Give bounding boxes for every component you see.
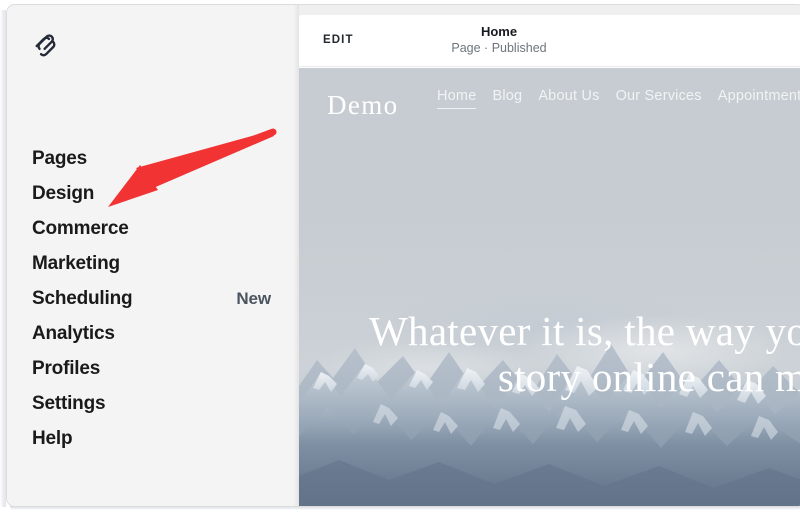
app-window: Pages Design Commerce Marketing Scheduli: [6, 4, 800, 507]
page-meta: Home Page · Published: [299, 23, 800, 57]
sidebar-item-badge-new: New: [236, 288, 271, 308]
site-canvas: Demo Home Blog About Us Our Services App…: [299, 68, 800, 506]
hero-headline-line-2: story online can make all the: [497, 354, 800, 400]
hero-headline-line-3: difference.: [339, 400, 800, 446]
squarespace-logo-icon[interactable]: [31, 30, 59, 58]
sidebar-item-label: Analytics: [32, 323, 115, 344]
screenshot-root: Pages Design Commerce Marketing Scheduli: [0, 0, 800, 515]
sidebar-item-label: Help: [32, 428, 73, 449]
sidebar-item-label: Profiles: [32, 358, 101, 379]
hero-headline-line-1: Whatever it is, the way you tell your: [369, 308, 800, 354]
hero-section: Whatever it is, the way you tell your st…: [299, 68, 800, 506]
hero-headline: Whatever it is, the way you tell your st…: [339, 308, 800, 446]
sidebar-item-commerce[interactable]: Commerce: [7, 211, 293, 246]
sidebar-item-marketing[interactable]: Marketing: [7, 246, 293, 281]
sidebar-item-scheduling[interactable]: Scheduling New: [7, 281, 293, 316]
page-title: Home: [480, 24, 518, 39]
sidebar-item-label: Commerce: [32, 218, 129, 239]
sidebar-item-analytics[interactable]: Analytics: [7, 316, 293, 351]
sidebar-item-help[interactable]: Help: [7, 421, 293, 456]
sidebar-item-pages[interactable]: Pages: [7, 141, 293, 176]
sidebar-item-label: Marketing: [32, 253, 120, 274]
sidebar-item-label: Scheduling: [32, 288, 133, 309]
sidebar-item-label: Pages: [32, 148, 87, 169]
page-status-badge: Page · Published: [451, 41, 547, 55]
preview-top-strip: [299, 5, 800, 15]
site-preview-panel: EDIT Home Page · Published Demo Home Blo…: [299, 15, 800, 506]
sidebar-item-label: Design: [32, 183, 95, 204]
sidebar-item-label: Settings: [32, 393, 106, 414]
sidebar-item-settings[interactable]: Settings: [7, 386, 293, 421]
sidebar-nav: Pages Design Commerce Marketing Scheduli: [7, 141, 293, 456]
sidebar-item-design[interactable]: Design: [7, 176, 293, 211]
sidebar-item-profiles[interactable]: Profiles: [7, 351, 293, 386]
preview-header: EDIT Home Page · Published: [299, 15, 800, 67]
sidebar: Pages Design Commerce Marketing Scheduli: [7, 5, 299, 506]
